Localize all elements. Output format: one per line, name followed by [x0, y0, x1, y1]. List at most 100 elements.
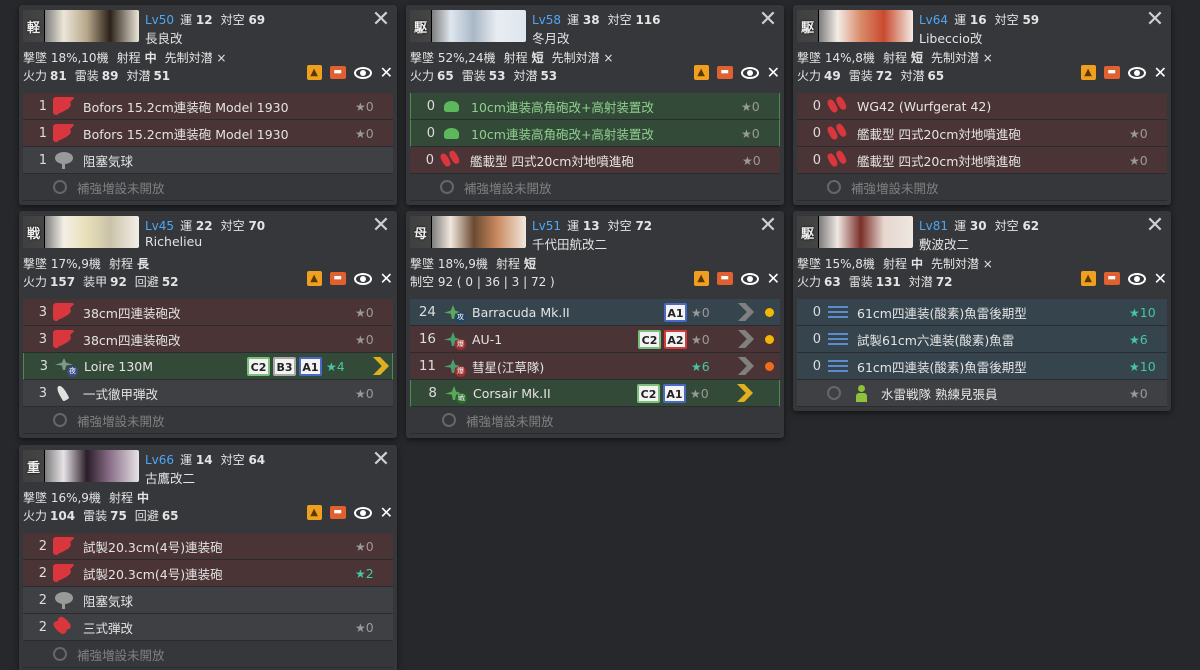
ship-toolbar: ▲ ▬ ✕	[1073, 64, 1167, 80]
remove-icon[interactable]: ✕	[767, 270, 780, 286]
proficiency-mark: 爆	[455, 366, 466, 377]
close-icon[interactable]: ✕	[756, 8, 780, 32]
equipment-row[interactable]: 11 爆彗星(江草隊) ★6	[410, 353, 780, 380]
equipment-row[interactable]: 3 一式徹甲弾改 ★0	[23, 380, 393, 407]
ship-level: Lv58	[532, 13, 562, 27]
equipment-name: 三式弾改	[83, 620, 134, 636]
ship-up-icon[interactable]: ▲	[306, 505, 322, 520]
close-icon[interactable]: ✕	[1143, 8, 1167, 32]
equipment-row[interactable]: 2 阻塞気球	[23, 587, 393, 614]
close-icon[interactable]: ✕	[369, 448, 393, 472]
equipment-row[interactable]: 0 WG42 (Wurfgerat 42)	[797, 93, 1167, 120]
ship-banner[interactable]: 母	[410, 216, 526, 248]
stat-value: 104	[50, 509, 76, 523]
equipment-row[interactable]: 2 三式弾改 ★0	[23, 614, 393, 641]
eye-icon[interactable]	[1127, 66, 1146, 79]
status-dot	[765, 361, 774, 371]
range-info: 射程短	[496, 257, 536, 271]
reinforce-slot[interactable]: 補強増設未開放	[410, 174, 780, 201]
equipment-row[interactable]: 0 61cm四連装(酸素)魚雷後期型 ★10	[797, 299, 1167, 326]
toolbox-icon[interactable]: ▬	[329, 66, 346, 79]
equipment-row[interactable]: 3 38cm四連装砲改 ★0	[23, 299, 393, 326]
remove-icon[interactable]: ✕	[1154, 64, 1167, 80]
slot-count: 16	[418, 331, 436, 347]
reinforce-slot[interactable]: 補強増設未開放	[23, 407, 393, 434]
ship-banner[interactable]: 軽	[23, 10, 139, 42]
stat-value: 51	[153, 69, 171, 83]
star-icon: ★	[1129, 305, 1140, 320]
ship-level: Lv81	[919, 219, 949, 233]
close-icon[interactable]: ✕	[1143, 214, 1167, 238]
ship-banner[interactable]: 駆	[797, 216, 913, 248]
proficiency-chevron-icon	[735, 328, 757, 350]
equipment-row[interactable]: 水雷戦隊 熟練見張員 ★0	[797, 380, 1167, 407]
eye-icon[interactable]	[1127, 272, 1146, 285]
equipment-row[interactable]: 3 夜 Loire 130M C2 B3 A1 ★4	[23, 353, 393, 380]
equipment-row[interactable]: 1 Bofors 15.2cm連装砲 Model 1930 ★0	[23, 93, 393, 120]
equipment-row[interactable]: 3 38cm四連装砲改 ★0	[23, 326, 393, 353]
equipment-name: 38cm四連装砲改	[83, 305, 181, 321]
reinforce-slot[interactable]: 補強増設未開放	[23, 641, 393, 668]
equipment-name: 61cm四連装(酸素)魚雷後期型	[857, 305, 1027, 321]
remove-icon[interactable]: ✕	[1154, 270, 1167, 286]
equipment-row[interactable]: 2 試製20.3cm(4号)連装砲 ★0	[23, 533, 393, 560]
ship-up-icon[interactable]: ▲	[1080, 65, 1096, 80]
ship-up-icon[interactable]: ▲	[1080, 271, 1096, 286]
improvement-level: ★6	[1129, 332, 1167, 347]
aa-value: 116	[635, 13, 661, 27]
toolbox-icon[interactable]: ▬	[716, 272, 733, 285]
ship-up-icon[interactable]: ▲	[306, 65, 322, 80]
reinforce-slot[interactable]: 補強増設未開放	[410, 407, 780, 434]
equipment-row[interactable]: 16 爆 AU-1 C2 A2 ★0	[410, 326, 780, 353]
toolbox-icon[interactable]: ▬	[716, 66, 733, 79]
eye-icon[interactable]	[353, 66, 372, 79]
equipment-row[interactable]: 24 攻 Barracuda Mk.II A1 ★0	[410, 299, 780, 326]
proficiency-chip: B3	[273, 356, 296, 376]
close-icon[interactable]: ✕	[369, 8, 393, 32]
equipment-row[interactable]: 0 61cm四連装(酸素)魚雷後期型 ★10	[797, 353, 1167, 380]
reinforce-slot[interactable]: 補強増設未開放	[797, 174, 1167, 201]
improvement-level: ★0	[690, 386, 728, 401]
ship-banner[interactable]: 駆	[410, 10, 526, 42]
remove-icon[interactable]: ✕	[767, 64, 780, 80]
equipment-row[interactable]: 0 10cm連装高角砲改+高射装置改 ★0	[410, 93, 780, 120]
equipment-row[interactable]: 0 10cm連装高角砲改+高射装置改 ★0	[410, 120, 780, 147]
equipment-row[interactable]: 0 艦載型 四式20cm対地噴進砲 ★0	[410, 147, 780, 174]
ship-up-icon[interactable]: ▲	[306, 271, 322, 286]
stat-item: 対潜 53	[513, 69, 559, 83]
eye-icon[interactable]	[740, 66, 759, 79]
ship-banner[interactable]: 戦	[23, 216, 139, 248]
close-icon[interactable]: ✕	[756, 214, 780, 238]
remove-icon[interactable]: ✕	[380, 270, 393, 286]
luck-label: 運	[180, 453, 193, 467]
range-info: 射程短	[504, 51, 544, 65]
toolbox-icon[interactable]: ▬	[1103, 66, 1120, 79]
toolbox-icon[interactable]: ▬	[1103, 272, 1120, 285]
ship-card: 母 Lv51 運 13 対空 72 千代田航改二 ✕ 撃墜 18%,9機 射程短制空 92 (…	[406, 211, 784, 438]
remove-icon[interactable]: ✕	[380, 64, 393, 80]
eye-icon[interactable]	[353, 272, 372, 285]
improvement-value: 0	[701, 304, 710, 320]
slot-count: 2	[38, 592, 47, 608]
equipment-row[interactable]: 1 Bofors 15.2cm連装砲 Model 1930 ★0	[23, 120, 393, 147]
ship-up-icon[interactable]: ▲	[693, 65, 709, 80]
toolbox-icon[interactable]: ▬	[329, 506, 346, 519]
luck-value: 14	[195, 453, 213, 467]
reinforce-slot[interactable]: 補強増設未開放	[23, 174, 393, 201]
ship-up-icon[interactable]: ▲	[693, 271, 709, 286]
equipment-row[interactable]: 8 戦 Corsair Mk.II C2 A1 ★0	[410, 380, 780, 407]
toolbox-icon[interactable]: ▬	[329, 272, 346, 285]
ship-banner[interactable]: 駆	[797, 10, 913, 42]
eye-icon[interactable]	[353, 506, 372, 519]
equipment-row[interactable]: 1 阻塞気球	[23, 147, 393, 174]
equipment-row[interactable]: 0 艦載型 四式20cm対地噴進砲 ★0	[797, 147, 1167, 174]
ship-banner[interactable]: 重	[23, 450, 139, 482]
equipment-row[interactable]: 2 試製20.3cm(4号)連装砲 ★2	[23, 560, 393, 587]
equipment-row[interactable]: 0 試製61cm六連装(酸素)魚雷 ★6	[797, 326, 1167, 353]
eye-icon[interactable]	[740, 272, 759, 285]
remove-icon[interactable]: ✕	[380, 504, 393, 520]
improvement-value: 0	[751, 125, 760, 141]
equipment-row[interactable]: 0 艦載型 四式20cm対地噴進砲 ★0	[797, 120, 1167, 147]
equipment-name: 彗星(江草隊)	[472, 359, 545, 375]
close-icon[interactable]: ✕	[369, 214, 393, 238]
